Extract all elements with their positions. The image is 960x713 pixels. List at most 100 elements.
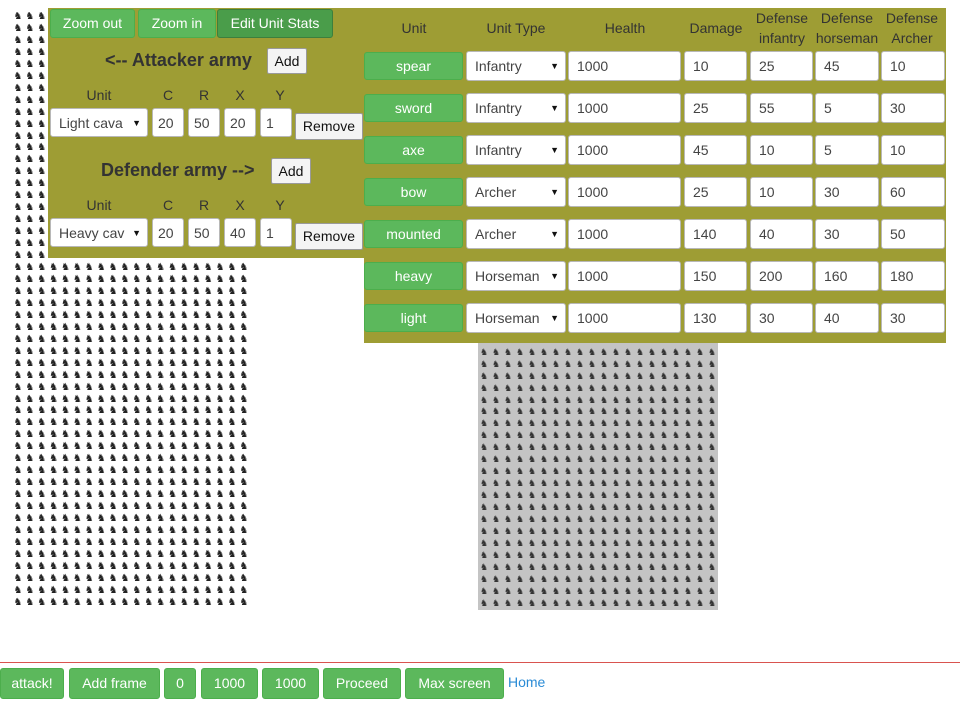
defender-x-input[interactable]: 40 xyxy=(224,218,256,247)
proceed-button[interactable]: Proceed xyxy=(323,668,401,699)
horse-rider-icon: ♞ xyxy=(61,369,70,381)
horse-rider-icon: ♞ xyxy=(479,358,489,369)
stats-def-arc-input-axe[interactable]: 10 xyxy=(881,135,945,165)
stats-type-select-heavy[interactable]: Horseman xyxy=(466,261,566,291)
stats-def-arc-input-bow[interactable]: 60 xyxy=(881,177,945,207)
stats-def-inf-input-mounted[interactable]: 40 xyxy=(750,219,813,249)
zoom-in-button[interactable]: Zoom in xyxy=(138,9,216,38)
stats-def-inf-value: 200 xyxy=(759,268,783,284)
stats-damage-input-bow[interactable]: 25 xyxy=(684,177,747,207)
attacker-x-input[interactable]: 20 xyxy=(224,108,256,137)
attacker-r-value: 50 xyxy=(194,114,210,131)
stats-health-input-heavy[interactable]: 1000 xyxy=(568,261,681,291)
stats-health-input-mounted[interactable]: 1000 xyxy=(568,219,681,249)
stats-unit-button-heavy[interactable]: heavy xyxy=(364,262,463,290)
stats-type-select-mounted[interactable]: Archer xyxy=(466,219,566,249)
home-link[interactable]: Home xyxy=(508,674,545,690)
stats-def-arc-input-mounted[interactable]: 50 xyxy=(881,219,945,249)
defender-r-input[interactable]: 50 xyxy=(188,218,220,247)
stats-type-select-spear[interactable]: Infantry xyxy=(466,51,566,81)
horse-rider-icon: ♞ xyxy=(611,514,621,525)
max-screen-button[interactable]: Max screen xyxy=(405,668,504,699)
attacker-add-button[interactable]: Add xyxy=(267,48,307,74)
horse-rider-icon: ♞ xyxy=(168,572,177,584)
stats-type-select-light[interactable]: Horseman xyxy=(466,303,566,333)
attacker-y-input[interactable]: 1 xyxy=(260,108,292,137)
stats-damage-input-sword[interactable]: 25 xyxy=(684,93,747,123)
horse-rider-icon: ♞ xyxy=(587,346,597,357)
stats-health-input-sword[interactable]: 1000 xyxy=(568,93,681,123)
stats-health-input-spear[interactable]: 1000 xyxy=(568,51,681,81)
stats-damage-input-axe[interactable]: 45 xyxy=(684,135,747,165)
stats-def-hor-input-axe[interactable]: 5 xyxy=(815,135,879,165)
horse-rider-icon: ♞ xyxy=(575,454,585,465)
attacker-c-input[interactable]: 20 xyxy=(152,108,184,137)
stats-def-hor-input-spear[interactable]: 45 xyxy=(815,51,879,81)
frame-counter-button[interactable]: 0 xyxy=(164,668,196,699)
horse-rider-icon: ♞ xyxy=(13,118,23,130)
defender-remove-button[interactable]: Remove xyxy=(295,223,363,250)
horse-rider-icon: ♞ xyxy=(49,596,59,608)
stats-health-input-light[interactable]: 1000 xyxy=(568,303,681,333)
stats-damage-input-heavy[interactable]: 150 xyxy=(684,261,747,291)
stats-unit-button-sword[interactable]: sword xyxy=(364,94,463,122)
horse-rider-icon: ♞ xyxy=(683,490,693,501)
stats-unit-button-mounted[interactable]: mounted xyxy=(364,220,463,248)
stats-def-arc-input-heavy[interactable]: 180 xyxy=(881,261,945,291)
stats-def-hor-input-sword[interactable]: 5 xyxy=(815,93,879,123)
stats-def-inf-input-sword[interactable]: 55 xyxy=(750,93,813,123)
defender-y-input[interactable]: 1 xyxy=(260,218,292,247)
stats-damage-value: 10 xyxy=(693,58,709,74)
value-a-button[interactable]: 1000 xyxy=(201,668,258,699)
edit-unit-stats-button[interactable]: Edit Unit Stats xyxy=(217,9,333,38)
horse-rider-icon: ♞ xyxy=(527,394,537,405)
stats-health-input-bow[interactable]: 1000 xyxy=(568,177,681,207)
stats-damage-input-spear[interactable]: 10 xyxy=(684,51,747,81)
horse-rider-icon: ♞ xyxy=(623,537,633,548)
zoom-out-button[interactable]: Zoom out xyxy=(50,9,135,38)
stats-def-inf-input-heavy[interactable]: 200 xyxy=(750,261,813,291)
defender-unit-select[interactable]: Heavy cav xyxy=(50,218,148,247)
stats-type-select-bow[interactable]: Archer xyxy=(466,177,566,207)
add-frame-button[interactable]: Add frame xyxy=(69,668,160,699)
stats-damage-input-light[interactable]: 130 xyxy=(684,303,747,333)
stats-type-select-sword[interactable]: Infantry xyxy=(466,93,566,123)
attack-button[interactable]: attack! xyxy=(0,668,64,699)
stats-unit-button-axe[interactable]: axe xyxy=(364,136,463,164)
stats-def-inf-input-axe[interactable]: 10 xyxy=(750,135,813,165)
horse-rider-icon: ♞ xyxy=(647,585,657,596)
stats-unit-button-spear[interactable]: spear xyxy=(364,52,463,80)
horse-rider-icon: ♞ xyxy=(551,561,561,572)
horse-rider-icon: ♞ xyxy=(120,321,130,333)
horse-rider-icon: ♞ xyxy=(707,561,717,572)
value-b-button[interactable]: 1000 xyxy=(262,668,319,699)
defender-add-button[interactable]: Add xyxy=(271,158,311,184)
stats-def-inf-input-bow[interactable]: 10 xyxy=(750,177,813,207)
horse-rider-icon: ♞ xyxy=(61,345,70,357)
stats-def-hor-input-heavy[interactable]: 160 xyxy=(815,261,879,291)
stats-def-arc-input-light[interactable]: 30 xyxy=(881,303,945,333)
stats-damage-input-mounted[interactable]: 140 xyxy=(684,219,747,249)
horse-rider-icon: ♞ xyxy=(503,502,513,513)
stats-def-hor-input-bow[interactable]: 30 xyxy=(815,177,879,207)
stats-def-arc-input-spear[interactable]: 10 xyxy=(881,51,945,81)
stats-health-input-axe[interactable]: 1000 xyxy=(568,135,681,165)
attacker-unit-select[interactable]: Light cava xyxy=(50,108,148,137)
horse-rider-icon: ♞ xyxy=(515,490,525,501)
stats-def-arc-input-sword[interactable]: 30 xyxy=(881,93,945,123)
horse-rider-icon: ♞ xyxy=(695,430,705,441)
stats-unit-button-light[interactable]: light xyxy=(364,304,463,332)
stats-type-select-axe[interactable]: Infantry xyxy=(466,135,566,165)
horse-rider-icon: ♞ xyxy=(96,321,106,333)
stats-def-inf-input-spear[interactable]: 25 xyxy=(750,51,813,81)
horse-rider-icon: ♞ xyxy=(599,585,609,596)
stats-def-inf-input-light[interactable]: 30 xyxy=(750,303,813,333)
stats-def-hor-input-light[interactable]: 40 xyxy=(815,303,879,333)
defender-c-input[interactable]: 20 xyxy=(152,218,184,247)
stats-def-hor-input-mounted[interactable]: 30 xyxy=(815,219,879,249)
horse-rider-icon: ♞ xyxy=(239,369,249,381)
attacker-remove-button[interactable]: Remove xyxy=(295,113,363,140)
horse-rider-icon: ♞ xyxy=(13,357,23,369)
attacker-r-input[interactable]: 50 xyxy=(188,108,220,137)
stats-unit-button-bow[interactable]: bow xyxy=(364,178,463,206)
